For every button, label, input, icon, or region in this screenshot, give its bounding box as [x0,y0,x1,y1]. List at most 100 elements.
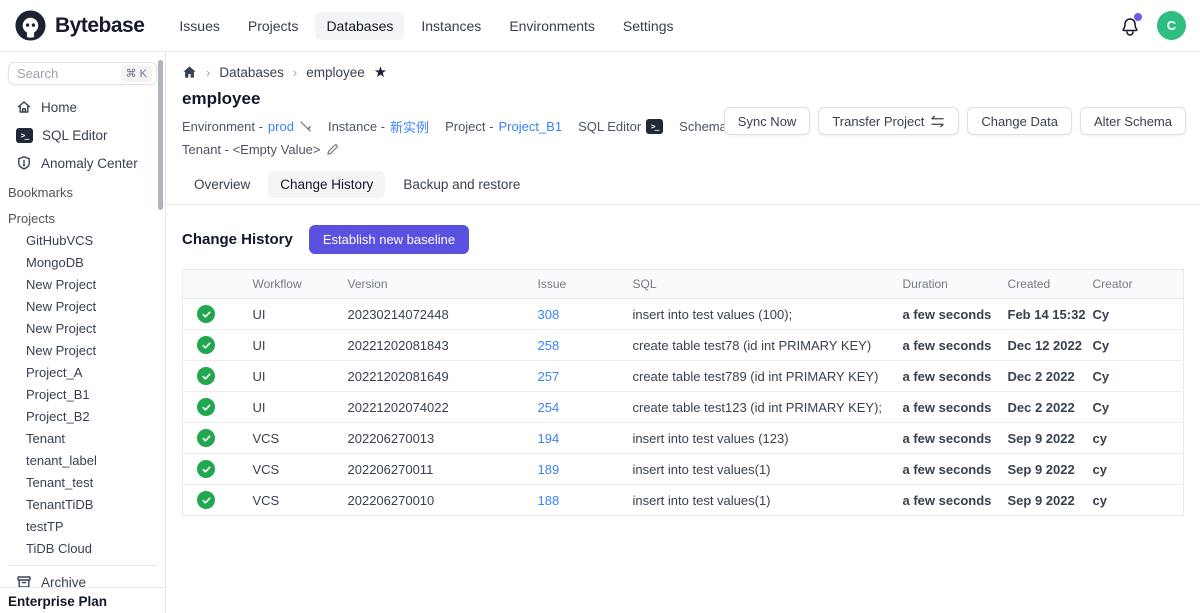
sidebar-item-anomaly-center[interactable]: Anomaly Center [0,149,165,177]
user-avatar[interactable]: C [1157,11,1186,40]
workflow-cell: UI [245,361,340,392]
issue-link[interactable]: 258 [538,338,560,353]
top-nav-item[interactable]: Issues [168,12,230,40]
sidebar-project-item[interactable]: New Project [0,317,165,339]
home-icon[interactable] [182,65,197,80]
sidebar-item-label: SQL Editor [42,128,108,143]
instance-link[interactable]: 新实例 [390,117,429,136]
favorite-star-icon[interactable]: ★ [374,65,387,80]
sidebar-project-item[interactable]: New Project [0,273,165,295]
top-nav-item[interactable]: Projects [237,12,310,40]
search-input[interactable] [17,66,107,81]
version-cell: 20221202081843 [340,330,530,361]
notification-dot [1134,13,1142,21]
establish-baseline-button[interactable]: Establish new baseline [309,225,469,254]
issue-link[interactable]: 189 [538,462,560,477]
transfer-project-button[interactable]: Transfer Project [818,107,959,135]
top-bar: Bytebase IssuesProjectsDatabasesInstance… [0,0,1200,52]
sql-cell: create table test123 (id int PRIMARY KEY… [625,392,895,423]
breadcrumb-databases[interactable]: Databases [219,65,284,80]
issue-link[interactable]: 257 [538,369,560,384]
notifications-bell-icon[interactable] [1119,15,1141,37]
tab[interactable]: Overview [182,171,262,198]
top-nav-item[interactable]: Databases [315,12,404,40]
pen-icon[interactable] [299,120,312,133]
sidebar-item-sql-editor[interactable]: >_ SQL Editor [0,121,165,149]
table-row[interactable]: UI 20221202081649 257 create table test7… [183,361,1184,392]
issue-link[interactable]: 254 [538,400,560,415]
sidebar-scrollbar[interactable] [158,60,163,210]
transfer-arrows-icon [930,115,945,128]
bytebase-logo[interactable]: Bytebase [14,9,144,42]
project-link[interactable]: Project_B1 [498,119,562,134]
top-nav-item[interactable]: Environments [498,12,606,40]
issue-link[interactable]: 194 [538,431,560,446]
sidebar-item-home[interactable]: Home [0,93,165,121]
section-title: Change History [182,231,293,248]
top-nav-item[interactable]: Settings [612,12,685,40]
change-history-table: WorkflowVersionIssueSQLDurationCreatedCr… [182,269,1184,516]
created-cell: Feb 14 15:32 [1000,299,1085,330]
sidebar-project-item[interactable]: tenant_label [0,449,165,471]
issue-link[interactable]: 308 [538,307,560,322]
plan-badge: Enterprise Plan [0,587,165,613]
version-cell: 202206270013 [340,423,530,454]
sync-now-button[interactable]: Sync Now [724,107,811,135]
top-nav-item[interactable]: Instances [410,12,492,40]
duration-cell: a few seconds [895,299,1000,330]
breadcrumb: › Databases › employee ★ [182,65,1184,80]
duration-cell: a few seconds [895,361,1000,392]
sidebar-project-item[interactable]: New Project [0,295,165,317]
sidebar-project-item[interactable]: Tenant_test [0,471,165,493]
breadcrumb-employee[interactable]: employee [306,65,365,80]
tab[interactable]: Backup and restore [391,171,532,198]
pencil-icon[interactable] [326,143,339,156]
brand-name: Bytebase [55,14,144,38]
project-meta: Project - Project_B1 [445,119,562,134]
column-header[interactable]: Creator [1085,270,1184,299]
sql-editor-shortcut[interactable]: SQL Editor >_ [578,119,663,134]
created-cell: Dec 2 2022 [1000,392,1085,423]
duration-cell: a few seconds [895,423,1000,454]
creator-cell: Cy [1085,361,1184,392]
column-header[interactable]: Issue [530,270,625,299]
sidebar-project-item[interactable]: GitHubVCS [0,229,165,251]
column-header[interactable] [183,270,245,299]
table-row[interactable]: UI 20221202081843 258 create table test7… [183,330,1184,361]
alter-schema-button[interactable]: Alter Schema [1080,107,1186,135]
sidebar-project-item[interactable]: Project_B1 [0,383,165,405]
table-row[interactable]: VCS 202206270013 194 insert into test va… [183,423,1184,454]
sidebar-project-item[interactable]: testTP [0,515,165,537]
terminal-icon: >_ [646,119,663,134]
page-actions: Sync Now Transfer Project Change Data Al… [724,107,1186,135]
environment-link[interactable]: prod [268,119,294,134]
creator-cell: cy [1085,485,1184,516]
sidebar-project-item[interactable]: TenantTiDB [0,493,165,515]
column-header[interactable]: Duration [895,270,1000,299]
sidebar-project-item[interactable]: TiDB Cloud [0,537,165,559]
column-header[interactable]: Version [340,270,530,299]
search-box[interactable]: ⌘ K [8,62,157,85]
table-row[interactable]: VCS 202206270010 188 insert into test va… [183,485,1184,516]
table-row[interactable]: VCS 202206270011 189 insert into test va… [183,454,1184,485]
column-header[interactable]: Created [1000,270,1085,299]
status-success-icon [197,367,215,385]
sidebar-project-item[interactable]: Project_B2 [0,405,165,427]
workflow-cell: VCS [245,485,340,516]
table-header-row: WorkflowVersionIssueSQLDurationCreatedCr… [183,270,1184,299]
sync-now-label: Sync Now [738,114,797,129]
sidebar-project-item[interactable]: MongoDB [0,251,165,273]
change-data-button[interactable]: Change Data [967,107,1072,135]
table-row[interactable]: UI 20221202074022 254 create table test1… [183,392,1184,423]
tab[interactable]: Change History [268,171,385,198]
created-cell: Dec 2 2022 [1000,361,1085,392]
table-row[interactable]: UI 20230214072448 308 insert into test v… [183,299,1184,330]
column-header[interactable]: SQL [625,270,895,299]
issue-link[interactable]: 188 [538,493,560,508]
database-meta-row-2: Tenant - <Empty Value> [182,142,1184,157]
version-cell: 202206270010 [340,485,530,516]
sidebar-project-item[interactable]: Tenant [0,427,165,449]
column-header[interactable]: Workflow [245,270,340,299]
sidebar-project-item[interactable]: Project_A [0,361,165,383]
sidebar-project-item[interactable]: New Project [0,339,165,361]
